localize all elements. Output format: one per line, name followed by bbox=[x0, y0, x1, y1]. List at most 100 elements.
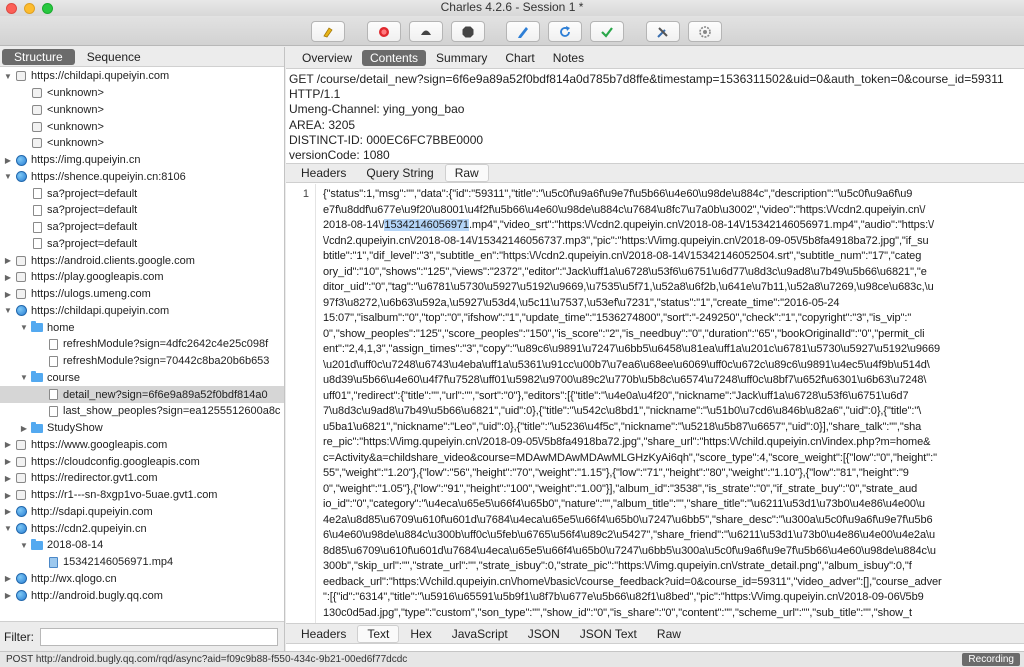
tree-row[interactable]: last_show_peoples?sign=ea1255512600a8c bbox=[0, 403, 284, 420]
tree-row[interactable]: ▶ StudyShow bbox=[0, 420, 284, 437]
disclosure-open-icon[interactable]: ▼ bbox=[20, 541, 28, 550]
repeat-button[interactable] bbox=[548, 21, 582, 42]
tree-row[interactable]: ▶ http://android.bugly.qq.com bbox=[0, 587, 284, 604]
status-text: POST http://android.bugly.qq.com/rqd/asy… bbox=[6, 654, 408, 665]
disclosure-open-icon[interactable]: ▼ bbox=[4, 524, 12, 533]
tree-row[interactable]: <unknown> bbox=[0, 85, 284, 102]
request-line: DISTINCT-ID: 000EC6FC7BBE0000 bbox=[289, 132, 484, 147]
tree-row[interactable]: ▼ 2018-08-14 bbox=[0, 537, 284, 554]
tab-request-headers[interactable]: Headers bbox=[292, 165, 355, 181]
tree-row-label: sa?project=default bbox=[47, 237, 138, 250]
tree-row[interactable]: <unknown> bbox=[0, 102, 284, 119]
request-headers-text: GET /course/detail_new?sign=6f6e9a89a52f… bbox=[286, 70, 1024, 163]
tree-row[interactable]: refreshModule?sign=70442c8ba20b6b653 bbox=[0, 353, 284, 370]
tab-hex[interactable]: Hex bbox=[401, 626, 440, 642]
tree-row[interactable]: ▶ https://img.qupeiyin.cn bbox=[0, 152, 284, 169]
status-bar: POST http://android.bugly.qq.com/rqd/asy… bbox=[0, 651, 1024, 667]
tree-row[interactable]: ▼ course bbox=[0, 370, 284, 387]
tab-overview[interactable]: Overview bbox=[294, 50, 360, 66]
tree-row[interactable]: ▶ https://ulogs.umeng.com bbox=[0, 286, 284, 303]
tab-response-headers[interactable]: Headers bbox=[292, 626, 355, 642]
record-button[interactable] bbox=[367, 21, 401, 42]
validate-button[interactable] bbox=[590, 21, 624, 42]
tab-sequence[interactable]: Sequence bbox=[75, 49, 153, 65]
request-line: GET /course/detail_new?sign=6f6e9a89a52f… bbox=[289, 72, 1004, 86]
disclosure-closed-icon[interactable]: ▶ bbox=[4, 474, 12, 483]
filter-input[interactable] bbox=[40, 627, 278, 646]
tree-row[interactable]: sa?project=default bbox=[0, 202, 284, 219]
folder-icon bbox=[31, 421, 43, 434]
response-json-text[interactable]: {"status":1,"msg":"","data":{"id":"59311… bbox=[323, 187, 1024, 623]
clear-session-button[interactable] bbox=[311, 21, 345, 42]
disclosure-open-icon[interactable]: ▼ bbox=[20, 373, 28, 382]
throttle-button[interactable] bbox=[409, 21, 443, 42]
tree-row[interactable]: ▼ home bbox=[0, 319, 284, 336]
tree-row[interactable]: ▼ https://childapi.qupeiyin.com bbox=[0, 68, 284, 85]
tree-row[interactable]: ▶ https://play.googleapis.com bbox=[0, 269, 284, 286]
tree-row[interactable]: ▶ https://www.googleapis.com bbox=[0, 437, 284, 454]
tree-row[interactable]: sa?project=default bbox=[0, 236, 284, 253]
lock-icon bbox=[15, 456, 27, 468]
minimize-window-icon[interactable] bbox=[24, 3, 35, 14]
disclosure-open-icon[interactable]: ▼ bbox=[4, 172, 12, 181]
zoom-window-icon[interactable] bbox=[42, 3, 53, 14]
lock-icon bbox=[15, 255, 27, 267]
tree-row[interactable]: 15342146056971.mp4 bbox=[0, 554, 284, 571]
disclosure-closed-icon[interactable]: ▶ bbox=[4, 273, 12, 282]
tree-row[interactable]: ▶ https://r1---sn-8xgp1vo-5uae.gvt1.com bbox=[0, 487, 284, 504]
disclosure-closed-icon[interactable]: ▶ bbox=[4, 457, 12, 466]
tab-summary[interactable]: Summary bbox=[428, 50, 495, 66]
disclosure-closed-icon[interactable]: ▶ bbox=[4, 491, 12, 500]
body-line: ":[{"id":"6314","title":"\u5916\u65591\u… bbox=[323, 591, 924, 603]
tree-row[interactable]: ▼ https://childapi.qupeiyin.com bbox=[0, 303, 284, 320]
tab-chart[interactable]: Chart bbox=[497, 50, 542, 66]
tree-row[interactable]: sa?project=default bbox=[0, 219, 284, 236]
breakpoints-button[interactable] bbox=[451, 21, 485, 42]
disclosure-closed-icon[interactable]: ▶ bbox=[4, 591, 12, 600]
close-window-icon[interactable] bbox=[6, 3, 17, 14]
tree-row[interactable]: ▶ https://android.clients.google.com bbox=[0, 252, 284, 269]
tree-row[interactable]: ▼ https://cdn2.qupeiyin.cn bbox=[0, 520, 284, 537]
lock-icon bbox=[15, 271, 27, 283]
disclosure-closed-icon[interactable]: ▶ bbox=[4, 290, 12, 299]
tree-row[interactable]: sa?project=default bbox=[0, 185, 284, 202]
disclosure-closed-icon[interactable]: ▶ bbox=[4, 440, 12, 449]
tools-button[interactable] bbox=[646, 21, 680, 42]
tree-row[interactable]: ▼ https://shence.qupeiyin.cn:8106 bbox=[0, 169, 284, 186]
tree-row[interactable]: ▶ https://redirector.gvt1.com bbox=[0, 470, 284, 487]
settings-button[interactable] bbox=[688, 21, 722, 42]
tab-contents[interactable]: Contents bbox=[362, 49, 427, 66]
disclosure-closed-icon[interactable]: ▶ bbox=[4, 156, 12, 165]
disclosure-closed-icon[interactable]: ▶ bbox=[20, 424, 28, 433]
tab-json[interactable]: JSON bbox=[519, 626, 569, 642]
tab-query-string[interactable]: Query String bbox=[357, 165, 442, 181]
tree-row[interactable]: ▶ http://sdapi.qupeiyin.com bbox=[0, 504, 284, 521]
disclosure-open-icon[interactable]: ▼ bbox=[4, 72, 12, 81]
tab-javascript[interactable]: JavaScript bbox=[443, 626, 517, 642]
response-body[interactable]: 1 {"status":1,"msg":"","data":{"id":"593… bbox=[286, 184, 1024, 623]
disclosure-closed-icon[interactable]: ▶ bbox=[4, 256, 12, 265]
disclosure-open-icon[interactable]: ▼ bbox=[20, 323, 28, 332]
recording-badge[interactable]: Recording bbox=[962, 653, 1020, 666]
tree-row[interactable]: ▶ https://cloudconfig.googleapis.com bbox=[0, 453, 284, 470]
tab-json-text[interactable]: JSON Text bbox=[571, 626, 646, 642]
tree-row[interactable]: ▶ http://wx.qlogo.cn bbox=[0, 571, 284, 588]
body-line: ditor_uid":"0","tag":"\u6781\u5730\u5927… bbox=[323, 281, 934, 293]
tab-structure[interactable]: Structure bbox=[2, 48, 75, 65]
tab-text[interactable]: Text bbox=[357, 624, 400, 643]
compose-button[interactable] bbox=[506, 21, 540, 42]
selected-text-highlight[interactable]: 15342146056971 bbox=[384, 219, 469, 231]
globe-icon bbox=[15, 590, 27, 602]
disclosure-closed-icon[interactable]: ▶ bbox=[4, 507, 12, 516]
tab-response-raw[interactable]: Raw bbox=[648, 626, 690, 642]
tree-row[interactable]: detail_new?sign=6f6e9a89a52f0bdf814a0 bbox=[0, 386, 284, 403]
tree-row[interactable]: <unknown> bbox=[0, 135, 284, 152]
tab-notes[interactable]: Notes bbox=[545, 50, 592, 66]
disclosure-closed-icon[interactable]: ▶ bbox=[4, 574, 12, 583]
tab-request-raw[interactable]: Raw bbox=[444, 164, 489, 182]
tree-row[interactable]: <unknown> bbox=[0, 118, 284, 135]
tree-row[interactable]: refreshModule?sign=4dfc2642c4e25c098f bbox=[0, 336, 284, 353]
disclosure-open-icon[interactable]: ▼ bbox=[4, 306, 12, 315]
line-number: 1 bbox=[302, 188, 309, 200]
body-line: 97f3\u8272,\u6b63\u592a,\u5927\u53d4,\u5… bbox=[323, 296, 840, 309]
